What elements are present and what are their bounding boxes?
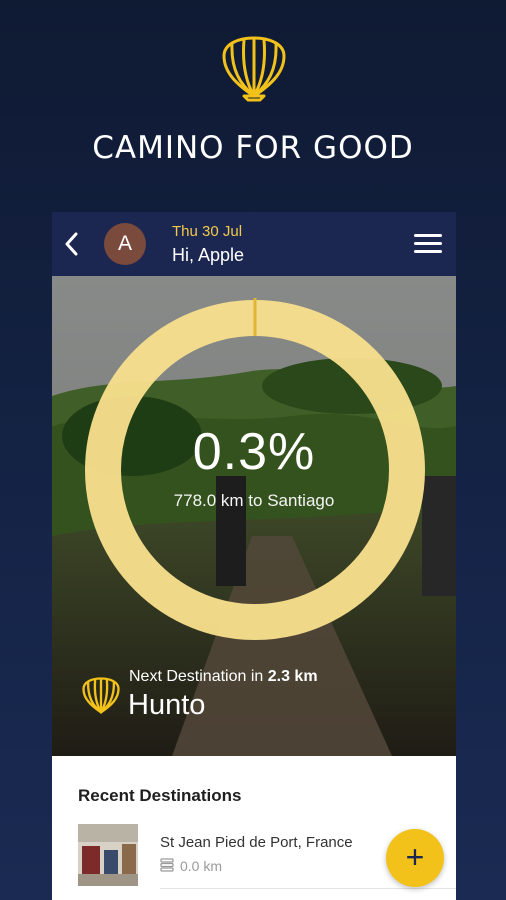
next-destination-label: Next Destination in 2.3 km — [129, 668, 318, 686]
recent-destinations-title: Recent Destinations — [78, 786, 242, 805]
phone-screen: A Thu 30 Jul Hi, Apple 0.3% 778.0 km to … — [52, 212, 456, 900]
scallop-shell-icon — [82, 677, 120, 714]
next-destination-distance: 2.3 km — [267, 668, 318, 685]
app-title: CAMINO FOR GOOD — [92, 130, 414, 166]
distance-stack-icon — [160, 858, 174, 872]
progress-hero: 0.3% 778.0 km to Santiago Next Destinati… — [52, 276, 456, 756]
next-destination-name: Hunto — [128, 689, 206, 721]
scallop-shell-logo-icon — [222, 36, 286, 102]
greeting-label: Hi, Apple — [172, 245, 245, 265]
progress-percent: 0.3% — [192, 423, 316, 481]
back-arrow-icon[interactable] — [60, 230, 84, 258]
avatar[interactable]: A — [104, 223, 146, 265]
date-label: Thu 30 Jul — [172, 223, 243, 240]
top-bar: A Thu 30 Jul Hi, Apple — [52, 212, 456, 276]
add-button[interactable]: + — [386, 829, 444, 887]
divider — [160, 888, 456, 889]
hamburger-menu-icon[interactable] — [414, 234, 442, 256]
distance-to-santiago: 778.0 km to Santiago — [173, 491, 335, 510]
destination-name: St Jean Pied de Port, France — [160, 834, 353, 851]
destination-distance: 0.0 km — [180, 858, 223, 874]
destination-thumbnail — [78, 824, 138, 886]
next-destination-prefix: Next Destination in — [129, 668, 268, 685]
